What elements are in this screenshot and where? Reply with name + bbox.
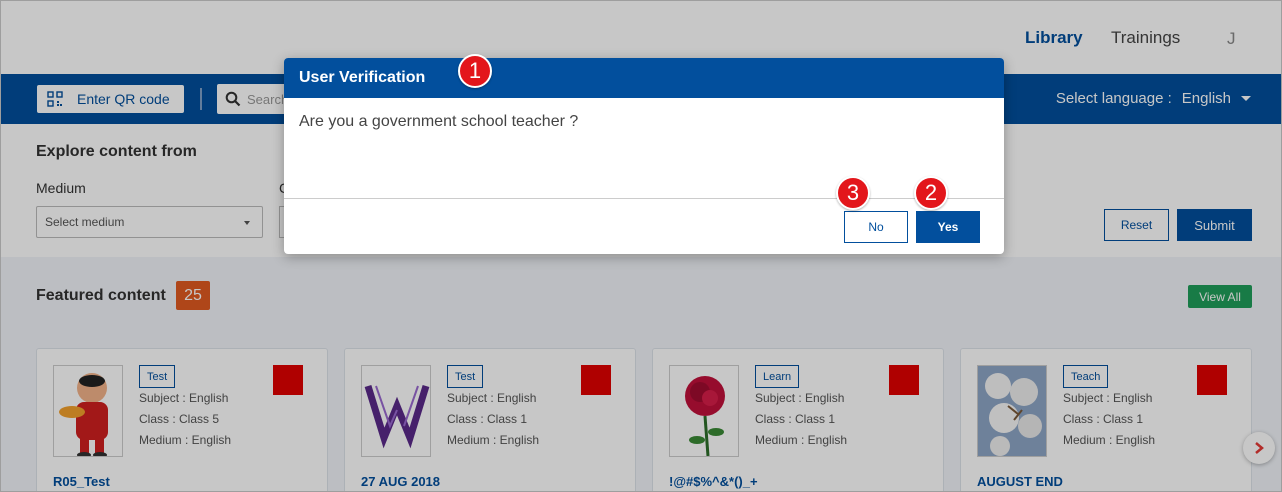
user-verification-modal: User Verification Are you a government s… bbox=[284, 58, 1004, 254]
modal-title: User Verification bbox=[284, 58, 1004, 98]
yes-button[interactable]: Yes bbox=[916, 211, 980, 243]
step-marker-1: 1 bbox=[458, 54, 492, 88]
modal-divider bbox=[284, 198, 1004, 199]
step-marker-3: 3 bbox=[836, 176, 870, 210]
step-marker-2: 2 bbox=[914, 176, 948, 210]
no-button[interactable]: No bbox=[844, 211, 908, 243]
modal-question: Are you a government school teacher ? bbox=[299, 113, 579, 130]
page: Library Trainings J Enter QR code Search bbox=[0, 0, 1282, 492]
